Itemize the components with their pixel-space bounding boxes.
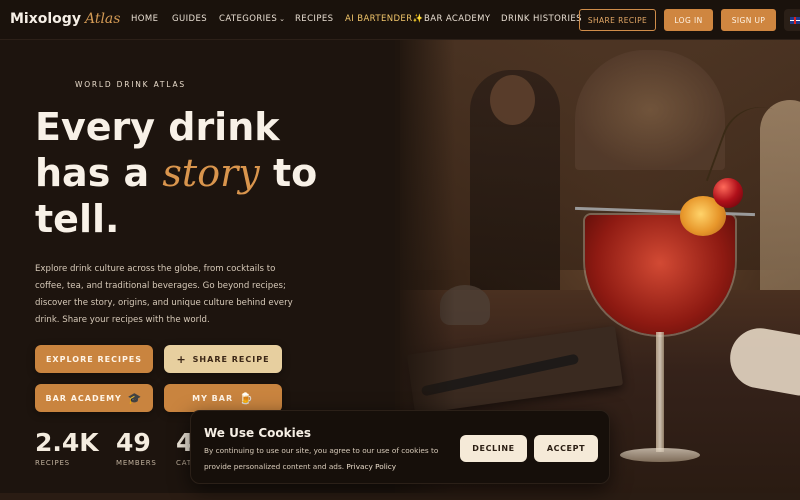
plus-icon: + (176, 352, 187, 366)
cookie-text: By continuing to use our site, you agree… (204, 443, 444, 475)
top-nav: Mixology Atlas HOME GUIDES CATEGORIES ⌄ RE… (0, 0, 800, 40)
beer-icon: 🍺 (239, 391, 254, 405)
headline-line-3: tell. (35, 197, 120, 241)
decline-cookies-button[interactable]: DECLINE (460, 435, 527, 462)
chevron-down-icon: ⌄ (279, 15, 286, 23)
stat-label: MEMBERS (116, 459, 157, 467)
stat-members: 49 MEMBERS (116, 428, 157, 467)
nav-recipes[interactable]: RECIPES (295, 14, 333, 24)
my-bar-label: MY BAR (192, 393, 234, 403)
share-recipe-nav-button[interactable]: SHARE RECIPE (579, 9, 656, 31)
my-bar-button[interactable]: MY BAR 🍺 (164, 384, 282, 412)
privacy-policy-link[interactable]: Privacy Policy (346, 462, 396, 471)
glass-foot (620, 448, 700, 462)
share-recipe-button[interactable]: + SHARE RECIPE (164, 345, 282, 373)
stat-value: 49 (116, 428, 151, 457)
uk-flag-icon (790, 16, 800, 24)
language-selector[interactable] (784, 9, 800, 31)
stat-recipes: 2.4K RECIPES (35, 428, 99, 467)
explore-recipes-label: EXPLORE RECIPES (45, 354, 143, 364)
nav-categories-label: CATEGORIES (219, 14, 278, 24)
glass-stem (656, 332, 664, 452)
hero-eyebrow: WORLD DRINK ATLAS (75, 80, 186, 89)
headline-line-2: has a story to (35, 150, 395, 196)
share-recipe-label: SHARE RECIPE (192, 354, 270, 364)
nav-drink-histories[interactable]: DRINK HISTORIES (501, 14, 582, 24)
accept-cookies-button[interactable]: ACCEPT (534, 435, 598, 462)
stat-label: RECIPES (35, 459, 70, 467)
login-button[interactable]: LOG IN (664, 9, 713, 31)
cookie-title: We Use Cookies (204, 426, 311, 440)
hero-headline: Every drink has a story to tell. (35, 104, 395, 242)
headline-line-1: Every drink (35, 105, 280, 149)
hero-person-left (470, 70, 560, 320)
headline-to: to (259, 151, 318, 195)
stat-value: 2.4K (35, 428, 99, 457)
headline-story: story (162, 151, 260, 195)
signup-button[interactable]: SIGN UP (721, 9, 776, 31)
bar-academy-label: BAR ACADEMY (45, 393, 122, 403)
headline-has-a: has a (35, 151, 163, 195)
hero-description: Explore drink culture across the globe, … (35, 264, 293, 325)
nav-categories[interactable]: CATEGORIES ⌄ (219, 14, 285, 24)
explore-recipes-button[interactable]: EXPLORE RECIPES (35, 345, 153, 373)
nav-guides[interactable]: GUIDES (172, 14, 207, 24)
cherry (713, 178, 743, 208)
logo-main: Mixology (10, 11, 81, 27)
nav-home[interactable]: HOME (131, 14, 158, 24)
cookie-banner: We Use Cookies By continuing to use our … (190, 410, 610, 484)
logo-accent: Atlas (84, 11, 121, 27)
nav-bar-academy[interactable]: BAR ACADEMY (424, 14, 491, 24)
cookie-message: By continuing to use our site, you agree… (204, 446, 439, 471)
site-logo[interactable]: Mixology Atlas (10, 11, 120, 27)
bar-academy-button[interactable]: BAR ACADEMY 🎓 (35, 384, 153, 412)
graduation-cap-icon: 🎓 (127, 391, 143, 405)
bottom-band (0, 493, 800, 500)
nav-ai-bartender[interactable]: AI BARTENDER✨ (345, 14, 423, 24)
